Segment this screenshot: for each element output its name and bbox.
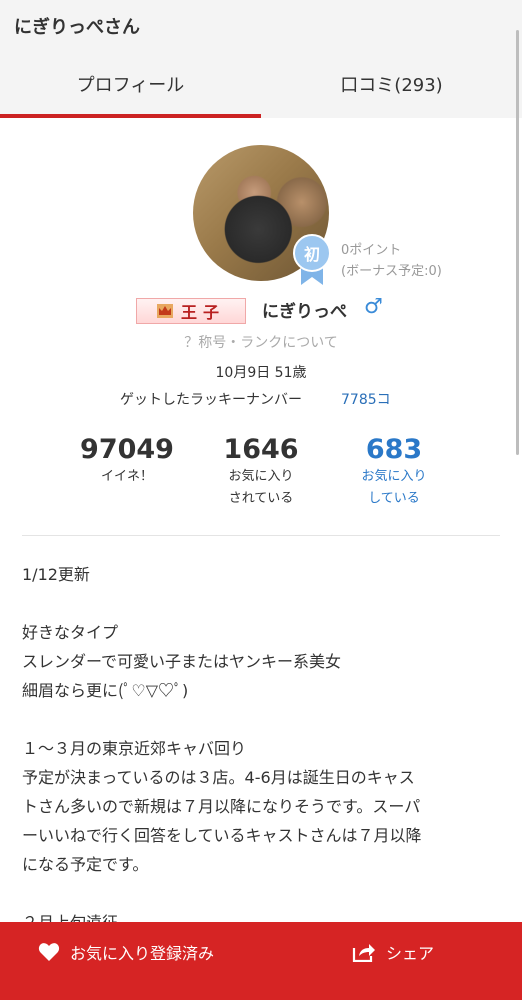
page-title: にぎりっぺさん [14, 17, 140, 38]
favorite-button-label: お気に入り登録済み [70, 944, 215, 963]
lucky-number-label: ゲットしたラッキーナンバー [120, 392, 302, 408]
points-info: 0ポイント (ボーナス予定:0) [341, 240, 442, 282]
male-icon: ♂ [364, 294, 383, 318]
rank-title-text: 王子 [180, 303, 225, 322]
bottom-action-bar: お気に入り登録済み シェア [0, 922, 522, 1000]
stat-favorited[interactable]: 1646 お気に入り されている [201, 434, 321, 509]
heart-icon [38, 943, 60, 961]
description-line: １～３月の東京近郊キャバ回り [22, 739, 247, 758]
description-line: 予定が決まっているのは３店。4-6月は誕生日のキャス [22, 768, 415, 787]
description-line: ーいいねで行く回答をしているキャストさんは７月以降 [22, 826, 422, 845]
share-icon [352, 944, 375, 962]
birthday-age: 10月9日 51歳 [215, 365, 307, 381]
stat-likes: 97049 イイネ！ [67, 434, 187, 487]
beginner-badge-icon: 初 [293, 233, 331, 285]
points-value: 0ポイント [341, 243, 402, 258]
likes-count: 97049 [80, 434, 174, 465]
tab-bar: プロフィール 口コミ(293) [0, 50, 522, 118]
tab-reviews[interactable]: 口コミ(293) [261, 50, 522, 118]
profile-description: 1/12更新 好きなタイプ スレンダーで可愛い子またはヤンキー系美女 細眉なら更… [22, 560, 500, 937]
app-header: にぎりっぺさん [0, 0, 522, 50]
crown-icon [156, 304, 173, 318]
bonus-value: (ボーナス予定:0) [341, 264, 442, 279]
description-line: 1/12更新 [22, 565, 90, 584]
favoriting-label-1: お気に入り [361, 469, 427, 484]
lucky-number-value[interactable]: 7785コ [341, 389, 391, 409]
active-tab-indicator [0, 114, 261, 118]
favorited-label-2: されている [228, 491, 294, 506]
rank-info-link[interactable]: ？称号・ランクについて [0, 332, 522, 352]
user-name: にぎりっぺ [262, 302, 347, 322]
description-line: 細眉なら更に(ﾟ♡▽♡ﾟ) [22, 681, 189, 700]
description-line: トさん多いので新規は７月以降になりそうです。スーパ [22, 797, 421, 816]
favorited-count: 1646 [223, 434, 299, 465]
badge-label: 初 [304, 245, 320, 264]
likes-label: イイネ！ [100, 469, 153, 484]
favorite-button[interactable]: お気に入り登録済み [38, 922, 214, 982]
rank-title-badge: 王子 [136, 298, 246, 324]
favoriting-count: 683 [365, 434, 423, 465]
description-line: になる予定です。 [22, 855, 149, 874]
description-line: 好きなタイプ [22, 623, 119, 642]
favorited-label-1: お気に入り [228, 469, 294, 484]
scrollbar[interactable] [516, 30, 519, 455]
description-line: スレンダーで可愛い子またはヤンキー系美女 [22, 652, 342, 671]
tab-profile[interactable]: プロフィール [0, 50, 261, 118]
stat-favoriting[interactable]: 683 お気に入り している [334, 434, 454, 509]
share-button-label: シェア [386, 944, 435, 963]
favoriting-label-2: している [368, 491, 420, 506]
share-button[interactable]: シェア [352, 922, 434, 982]
divider [22, 535, 500, 536]
